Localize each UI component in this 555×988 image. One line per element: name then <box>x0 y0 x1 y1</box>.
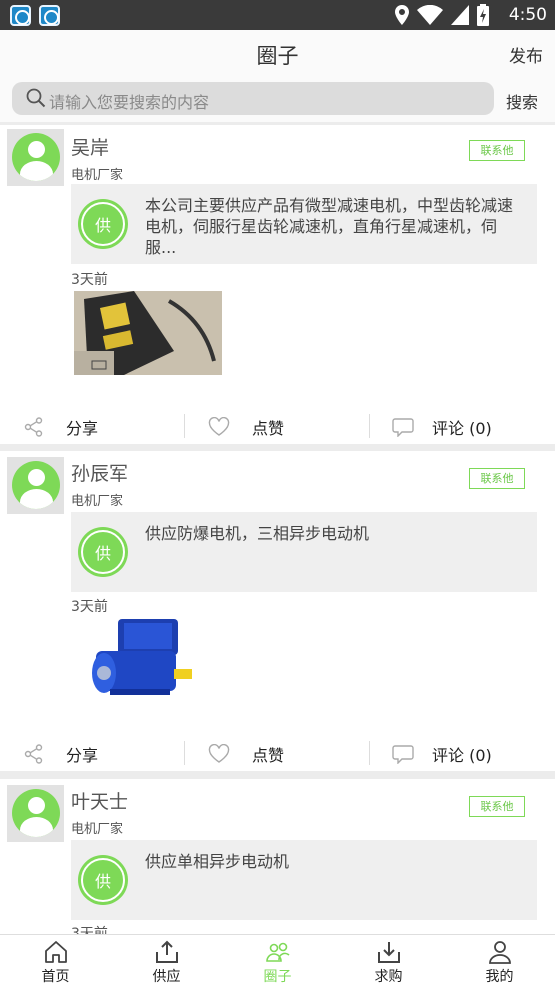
poster-company: 电机厂家 <box>71 494 124 509</box>
contact-button[interactable]: 联系他 <box>469 140 525 161</box>
search-button[interactable]: 搜索 <box>506 89 538 113</box>
like-label: 点赞 <box>252 419 285 438</box>
poster-name: 吴岸 <box>71 137 110 159</box>
tab-supply[interactable]: 供应 <box>111 935 222 988</box>
like-button[interactable]: 点赞 <box>208 736 284 772</box>
person-icon <box>489 941 511 964</box>
divider <box>184 741 185 765</box>
post-content[interactable]: 供 供应防爆电机，三相异步电动机 <box>71 512 537 592</box>
share-icon <box>24 744 43 764</box>
motor-photo-image <box>74 291 222 375</box>
status-clock: 4:50 <box>508 5 547 25</box>
search-icon <box>26 88 46 108</box>
poster-name: 孙辰军 <box>71 463 129 485</box>
location-icon <box>395 5 409 25</box>
tab-purchase[interactable]: 求购 <box>333 935 444 988</box>
app-notification-icon <box>39 5 60 26</box>
post-image[interactable] <box>74 291 222 375</box>
tab-label: 供应 <box>152 969 181 985</box>
post-text: 本公司主要供应产品有微型减速电机，中型齿轮减速电机，伺服行星齿轮减速机，直角行星… <box>145 196 514 257</box>
divider <box>369 414 370 438</box>
post-actions: 分享 点赞 评论 (0) <box>0 409 555 445</box>
tab-home[interactable]: 首页 <box>0 935 111 988</box>
title-bar: 圈子 发布 <box>0 30 555 76</box>
app-notification-icon <box>10 5 31 26</box>
tab-label: 首页 <box>41 969 70 985</box>
circle-people-icon <box>266 942 290 962</box>
supply-badge: 供 <box>78 527 128 577</box>
download-icon <box>378 942 400 963</box>
tab-circle[interactable]: 圈子 <box>222 935 333 988</box>
contact-button[interactable]: 联系他 <box>469 468 525 489</box>
avatar[interactable] <box>7 129 64 186</box>
share-button[interactable]: 分享 <box>24 409 98 445</box>
post-text: 供应防爆电机，三相异步电动机 <box>145 524 370 543</box>
post-time: 3天前 <box>71 599 108 615</box>
avatar[interactable] <box>7 785 64 842</box>
battery-icon <box>477 4 489 26</box>
post-content[interactable]: 供 供应单相异步电动机 <box>71 840 537 920</box>
tab-label: 求购 <box>374 969 403 985</box>
post-card[interactable]: 吴岸 电机厂家 联系他 供 本公司主要供应产品有微型减速电机，中型齿轮减速电机，… <box>0 125 555 444</box>
comment-label: 评论 (0) <box>432 746 492 765</box>
comment-button[interactable]: 评论 (0) <box>392 409 492 445</box>
share-button[interactable]: 分享 <box>24 736 98 772</box>
status-bar: 4:50 <box>0 0 555 30</box>
comment-label: 评论 (0) <box>432 419 492 438</box>
upload-icon <box>156 940 178 963</box>
bottom-tab-bar: 首页 供应 圈子 求购 我的 <box>0 934 555 988</box>
tab-label: 我的 <box>485 969 514 985</box>
heart-icon <box>208 417 230 436</box>
post-card[interactable]: 孙辰军 电机厂家 联系他 供 供应防爆电机，三相异步电动机 3天前 分享 点赞 <box>0 451 555 771</box>
post-actions: 分享 点赞 评论 (0) <box>0 736 555 772</box>
post-card[interactable]: 叶天士 电机厂家 联系他 供 供应单相异步电动机 3天前 <box>0 779 555 942</box>
status-icons <box>395 4 489 26</box>
supply-badge: 供 <box>78 199 128 249</box>
avatar[interactable] <box>7 457 64 514</box>
search-row: 请输入您要搜索的内容 搜索 <box>0 76 555 122</box>
heart-icon <box>208 744 230 763</box>
comment-icon <box>392 745 414 764</box>
contact-button[interactable]: 联系他 <box>469 796 525 817</box>
like-label: 点赞 <box>252 746 285 765</box>
post-content[interactable]: 供 本公司主要供应产品有微型减速电机，中型齿轮减速电机，伺服行星齿轮减速机，直角… <box>71 184 537 264</box>
post-image[interactable] <box>74 617 222 701</box>
home-icon <box>45 941 67 963</box>
search-input[interactable]: 请输入您要搜索的内容 <box>12 82 494 115</box>
share-icon <box>24 417 43 437</box>
post-text: 供应单相异步电动机 <box>145 852 290 871</box>
tab-label: 圈子 <box>263 969 292 985</box>
divider <box>184 414 185 438</box>
poster-company: 电机厂家 <box>71 822 124 837</box>
comment-icon <box>392 418 414 437</box>
motor-photo-image <box>74 617 222 701</box>
page-title: 圈子 <box>256 44 299 68</box>
tab-mine[interactable]: 我的 <box>444 935 555 988</box>
share-label: 分享 <box>66 746 99 765</box>
share-label: 分享 <box>66 419 99 438</box>
divider <box>369 741 370 765</box>
supply-badge: 供 <box>78 855 128 905</box>
poster-name: 叶天士 <box>71 791 129 813</box>
like-button[interactable]: 点赞 <box>208 409 284 445</box>
publish-button[interactable]: 发布 <box>509 42 543 67</box>
comment-button[interactable]: 评论 (0) <box>392 736 492 772</box>
poster-company: 电机厂家 <box>71 168 124 183</box>
wifi-icon <box>417 5 443 25</box>
search-placeholder: 请输入您要搜索的内容 <box>49 93 210 112</box>
post-time: 3天前 <box>71 272 108 288</box>
signal-icon <box>451 5 469 25</box>
